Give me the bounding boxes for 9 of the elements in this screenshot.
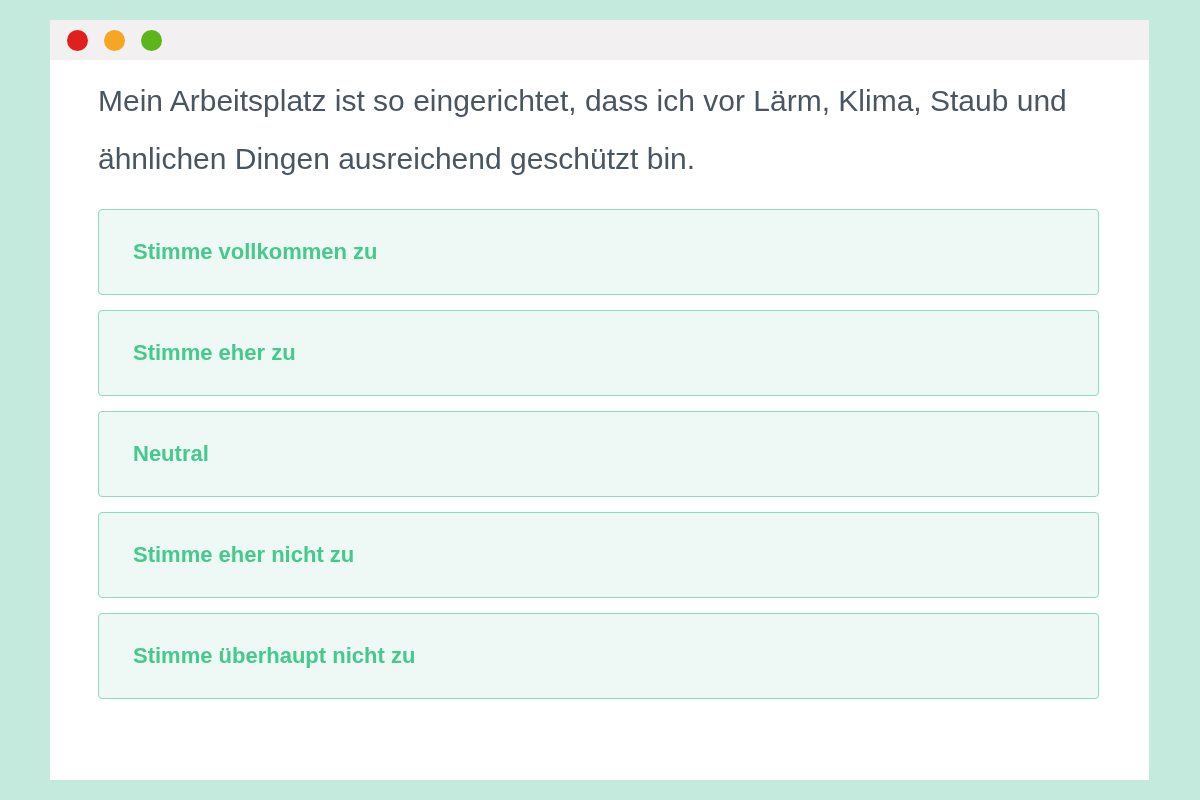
answer-option[interactable]: Neutral bbox=[98, 411, 1099, 497]
minimize-button[interactable] bbox=[104, 29, 125, 51]
answer-option[interactable]: Stimme eher nicht zu bbox=[98, 512, 1099, 598]
answer-option[interactable]: Stimme eher zu bbox=[98, 310, 1099, 396]
answer-option[interactable]: Stimme vollkommen zu bbox=[98, 209, 1099, 295]
maximize-button[interactable] bbox=[141, 29, 162, 51]
close-button[interactable] bbox=[67, 29, 88, 51]
answer-option[interactable]: Stimme überhaupt nicht zu bbox=[98, 613, 1099, 699]
question-text: Mein Arbeitsplatz ist so eingerichtet, dass ich vor Lärm, Klima, Staub und ähnlichen Dingen ausreichend geschützt bin. bbox=[98, 83, 1068, 177]
